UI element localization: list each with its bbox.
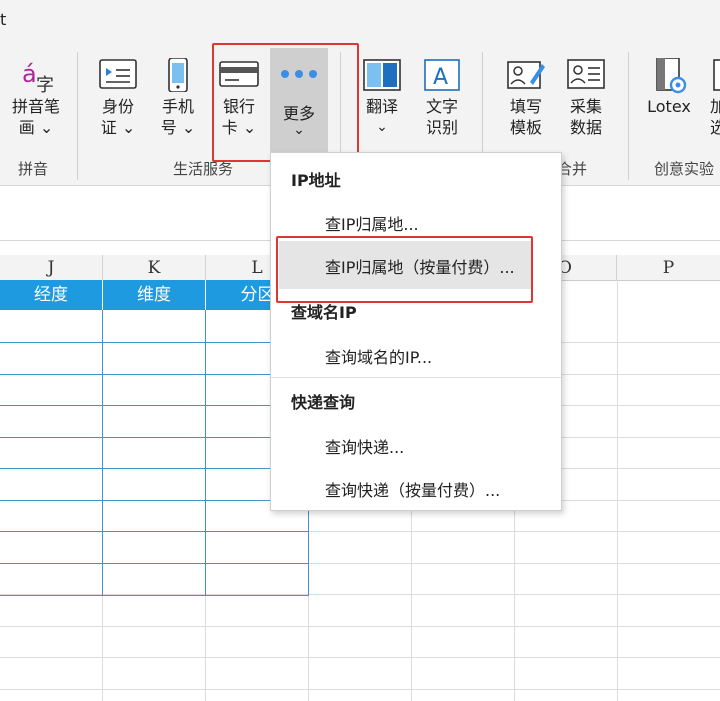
fill-template-label: 填写 [509, 97, 542, 116]
ocr-icon: A [422, 58, 462, 92]
table-border [205, 310, 206, 595]
menu-section-ip: IP地址 [291, 171, 341, 190]
svg-text:字: 字 [36, 75, 54, 94]
collect-data-label-2: 数据 [569, 118, 602, 137]
fill-template-button[interactable]: 填写 模板 [500, 58, 552, 138]
highlight-box [212, 43, 359, 162]
ocr-label-2: 识别 [425, 118, 458, 137]
column-header-j[interactable]: J [0, 255, 103, 280]
translate-button[interactable]: 翻译 ⌄ [358, 58, 406, 138]
pinyin-icon: á字 [16, 58, 56, 96]
add-on-label-2: 选 [710, 118, 720, 137]
grid-line [0, 657, 720, 658]
svg-text:á: á [22, 60, 37, 88]
grid-line [102, 596, 103, 701]
table-border [0, 563, 309, 564]
group-pinyin-label: 拼音 [18, 160, 49, 178]
menu-section-express: 快递查询 [291, 393, 356, 412]
menu-item-express[interactable]: 查询快递... [325, 434, 404, 458]
table-border [0, 468, 309, 469]
grid-line [308, 596, 309, 701]
svg-text:A: A [433, 65, 448, 90]
table-border [0, 374, 309, 375]
menu-item-domain-ip[interactable]: 查询域名的IP... [325, 344, 432, 368]
group-creative-label: 创意实验 [654, 160, 715, 178]
grid-line [205, 596, 206, 701]
grid-line [0, 689, 720, 690]
lotex-icon [649, 57, 689, 94]
pinyin-label: 拼音笔 [11, 97, 60, 116]
table-border [0, 595, 309, 596]
header-cell-latitude[interactable]: 维度 [103, 280, 206, 310]
idcard-icon [98, 58, 138, 92]
table-border [0, 342, 309, 343]
table-border [0, 500, 309, 501]
fill-template-icon [506, 58, 546, 92]
idcard-button[interactable]: 身份 证 ⌄ [92, 58, 144, 138]
menu-item-ip-lookup[interactable]: 查IP归属地... [325, 211, 419, 235]
table-border [0, 531, 309, 532]
window-title: t [0, 10, 7, 29]
column-header-k[interactable]: K [103, 255, 206, 280]
ocr-button[interactable]: A 文字 识别 [418, 58, 466, 138]
grid-line [617, 280, 618, 701]
add-on-icon [708, 58, 720, 92]
lotex-button[interactable]: Lotex [642, 57, 696, 117]
phone-icon [158, 57, 198, 93]
add-on-button[interactable]: 加 选 [704, 58, 720, 138]
pinyin-button[interactable]: á字 拼音笔 画 ⌄ [5, 58, 67, 138]
group-divider [628, 52, 629, 180]
translate-icon [362, 58, 402, 92]
lotex-label: Lotex [647, 97, 691, 116]
column-header-p[interactable]: P [617, 255, 720, 280]
add-on-label: 加 [710, 97, 720, 116]
ocr-label: 文字 [425, 97, 458, 116]
idcard-label: 身份 [101, 97, 134, 116]
collect-data-icon [566, 58, 606, 92]
phone-button[interactable]: 手机 号 ⌄ [152, 57, 204, 138]
more-dropdown-menu: IP地址 查IP归属地... 查IP归属地（按量付费）... 查域名IP 查询域… [270, 152, 562, 511]
translate-label: 翻译 [365, 97, 398, 116]
phone-label: 手机 [161, 97, 194, 116]
collect-data-button[interactable]: 采集 数据 [560, 58, 612, 138]
chevron-down-icon: ⌄ [376, 119, 388, 135]
table-border [102, 310, 103, 595]
menu-item-express-paid[interactable]: 查询快递（按量付费）... [325, 477, 500, 501]
phone-label-2: 号 ⌄ [160, 118, 196, 137]
grid-line [0, 626, 720, 627]
highlight-box [276, 236, 533, 303]
idcard-label-2: 证 ⌄ [100, 118, 136, 137]
menu-divider [271, 377, 561, 378]
header-cell-longitude[interactable]: 经度 [0, 280, 103, 310]
fill-template-label-2: 模板 [509, 118, 542, 137]
pinyin-label-2: 画 ⌄ [18, 118, 54, 137]
collect-data-label: 采集 [569, 97, 602, 116]
table-border [0, 437, 309, 438]
table-border [0, 405, 309, 406]
group-divider [77, 52, 78, 180]
